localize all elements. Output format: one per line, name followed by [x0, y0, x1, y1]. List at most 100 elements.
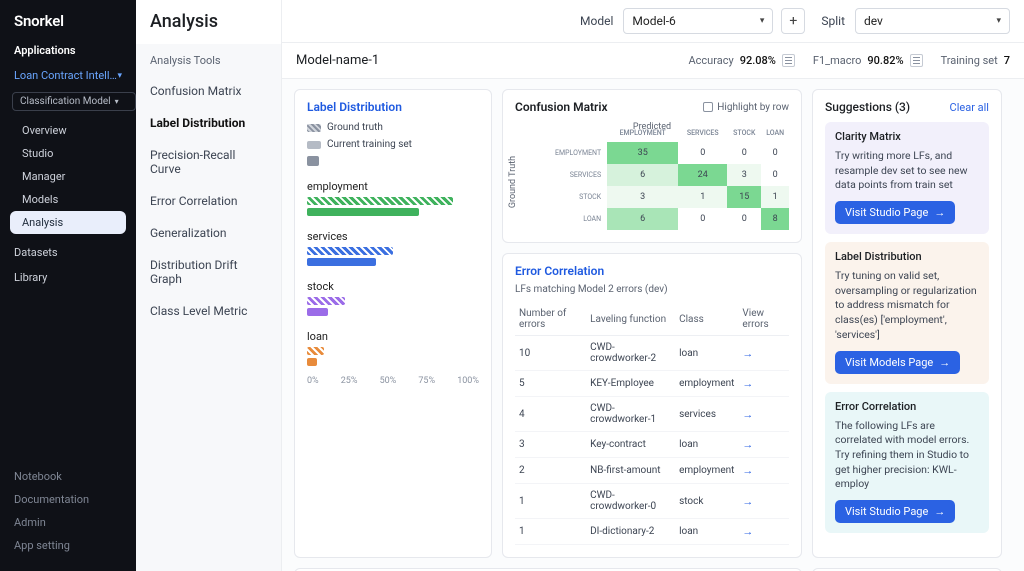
cm-row: STOCK31151: [527, 186, 789, 208]
sidebar-item-library[interactable]: Library: [0, 265, 136, 290]
tool-confusion-matrix[interactable]: Confusion Matrix: [136, 75, 281, 107]
ld-group-services: services: [307, 230, 479, 266]
ld-group-label: loan: [307, 330, 479, 343]
accuracy-value: 92.08%: [740, 54, 776, 67]
tool-label-distribution[interactable]: Label Distribution: [136, 107, 281, 139]
suggestion-cta-button[interactable]: Visit Studio Page →: [835, 500, 955, 523]
tool-class-level-metric[interactable]: Class Level Metric: [136, 295, 281, 327]
ec-class: loan: [675, 432, 738, 458]
cm-cell[interactable]: 1: [678, 186, 727, 208]
add-model-button[interactable]: +: [781, 8, 805, 34]
cm-cell[interactable]: 0: [761, 142, 789, 164]
checkbox-icon: [703, 102, 713, 112]
sidebar-item-studio[interactable]: Studio: [0, 142, 136, 165]
cm-cell[interactable]: 6: [607, 164, 678, 186]
ec-col-header: Laveling function: [586, 303, 675, 336]
ld-training-bar: [307, 208, 419, 216]
ec-view-errors[interactable]: →: [738, 432, 789, 458]
ec-lf-name: CWD-crowdworker-0: [586, 484, 675, 519]
ec-view-errors[interactable]: →: [738, 371, 789, 397]
suggestions-clear-all[interactable]: Clear all: [950, 101, 989, 114]
sidebar-item-datasets[interactable]: Datasets: [0, 240, 136, 265]
model-select[interactable]: Model-6 ▾: [623, 8, 773, 34]
sidebar-item-analysis[interactable]: Analysis: [10, 211, 126, 234]
chevron-down-icon: ▾: [117, 71, 122, 81]
cm-row: EMPLOYMENT35000: [527, 142, 789, 164]
split-field-label: Split: [821, 14, 845, 28]
tool-distribution-drift-graph[interactable]: Distribution Drift Graph: [136, 249, 281, 295]
error-correlation-card: Error Correlation LFs matching Model 2 e…: [502, 253, 802, 558]
ld-ground-truth-bar: [307, 297, 345, 305]
cm-cell[interactable]: 0: [761, 164, 789, 186]
sidebar-item-models[interactable]: Models: [0, 188, 136, 211]
chevron-down-icon: ▾: [996, 16, 1001, 26]
sidebar-footer-app-setting[interactable]: App setting: [0, 534, 136, 557]
suggestions-title: Suggestions (3): [825, 100, 910, 114]
cm-cell[interactable]: 0: [727, 142, 761, 164]
metrics-bar: Model-name-1 Accuracy 92.08% F1_macro 90…: [282, 43, 1024, 79]
ec-row: 1 DI-dictionary-2 loan →: [515, 519, 789, 545]
suggestion-card: Error Correlation The following LFs are …: [825, 392, 989, 533]
highlight-by-row-toggle[interactable]: Highlight by row: [703, 102, 789, 113]
model-type-chip[interactable]: Classification Model ▾: [12, 92, 136, 111]
error-correlation-subtitle: LFs matching Model 2 errors (dev): [515, 284, 789, 295]
filter-icon[interactable]: [910, 54, 923, 67]
cm-row: SERVICES62430: [527, 164, 789, 186]
ec-class: stock: [675, 484, 738, 519]
cm-cell[interactable]: 3: [727, 164, 761, 186]
app-switcher-label: Loan Contract Intell…: [14, 69, 117, 82]
ld-training-bar: [307, 358, 317, 366]
ld-group-label: employment: [307, 180, 479, 193]
sidebar-footer-admin[interactable]: Admin: [0, 511, 136, 534]
ec-view-errors[interactable]: →: [738, 458, 789, 484]
tool-error-correlation[interactable]: Error Correlation: [136, 185, 281, 217]
cm-cell[interactable]: 0: [678, 142, 727, 164]
arrow-right-icon: →: [742, 495, 753, 508]
confusion-matrix-card: Confusion Matrix Highlight by row Predic…: [502, 89, 802, 243]
app-switcher[interactable]: Loan Contract Intell… ▾: [0, 65, 136, 90]
suggestion-cta-label: Visit Studio Page: [845, 505, 928, 518]
ec-row: 3 Key-contract loan →: [515, 432, 789, 458]
ec-col-header: View errors: [738, 303, 789, 336]
accuracy-label: Accuracy: [688, 54, 733, 67]
ec-view-errors[interactable]: →: [738, 519, 789, 545]
suggestion-cta-button[interactable]: Visit Models Page →: [835, 351, 960, 374]
analysis-tools-label: Analysis Tools: [136, 44, 281, 75]
chevron-down-icon: ▾: [115, 97, 119, 106]
suggestion-card: Clarity Matrix Try writing more LFs, and…: [825, 122, 989, 234]
suggestion-cta-label: Visit Models Page: [845, 356, 933, 369]
sidebar-footer-notebook[interactable]: Notebook: [0, 465, 136, 488]
sidebar-item-manager[interactable]: Manager: [0, 165, 136, 188]
cm-cell[interactable]: 6: [607, 208, 678, 230]
label-distribution-title: Label Distribution: [307, 100, 479, 114]
filter-icon[interactable]: [782, 54, 795, 67]
cm-row-label: LOAN: [527, 208, 607, 230]
tool-generalization[interactable]: Generalization: [136, 217, 281, 249]
arrow-right-icon: →: [934, 206, 945, 219]
cm-cell[interactable]: 0: [678, 208, 727, 230]
cm-cell[interactable]: 15: [727, 186, 761, 208]
suggestion-cta-button[interactable]: Visit Studio Page →: [835, 201, 955, 224]
content: Label Distribution Ground truth Current …: [282, 79, 1024, 571]
cm-cell[interactable]: 3: [607, 186, 678, 208]
suggestion-body: The following LFs are correlated with mo…: [835, 419, 979, 492]
cm-cell[interactable]: 24: [678, 164, 727, 186]
model-select-value: Model-6: [632, 14, 675, 28]
chevron-down-icon: ▾: [760, 16, 765, 26]
main: Model Model-6 ▾ + Split dev ▾ Model-name…: [282, 0, 1024, 571]
cm-cell[interactable]: 1: [761, 186, 789, 208]
ec-lf-name: CWD-crowdworker-1: [586, 397, 675, 432]
tool-precision-recall-curve[interactable]: Precision-Recall Curve: [136, 139, 281, 185]
ec-view-errors[interactable]: →: [738, 397, 789, 432]
axis-tick: 100%: [457, 376, 479, 386]
sidebar-item-overview[interactable]: Overview: [0, 119, 136, 142]
cm-cell[interactable]: 0: [727, 208, 761, 230]
ec-view-errors[interactable]: →: [738, 484, 789, 519]
cm-cell[interactable]: 8: [761, 208, 789, 230]
suggestion-body: Try tuning on valid set, oversampling or…: [835, 269, 979, 342]
cm-cell[interactable]: 35: [607, 142, 678, 164]
split-select[interactable]: dev ▾: [855, 8, 1010, 34]
suggestion-body: Try writing more LFs, and resample dev s…: [835, 149, 979, 193]
ec-view-errors[interactable]: →: [738, 336, 789, 371]
sidebar-footer-documentation[interactable]: Documentation: [0, 488, 136, 511]
